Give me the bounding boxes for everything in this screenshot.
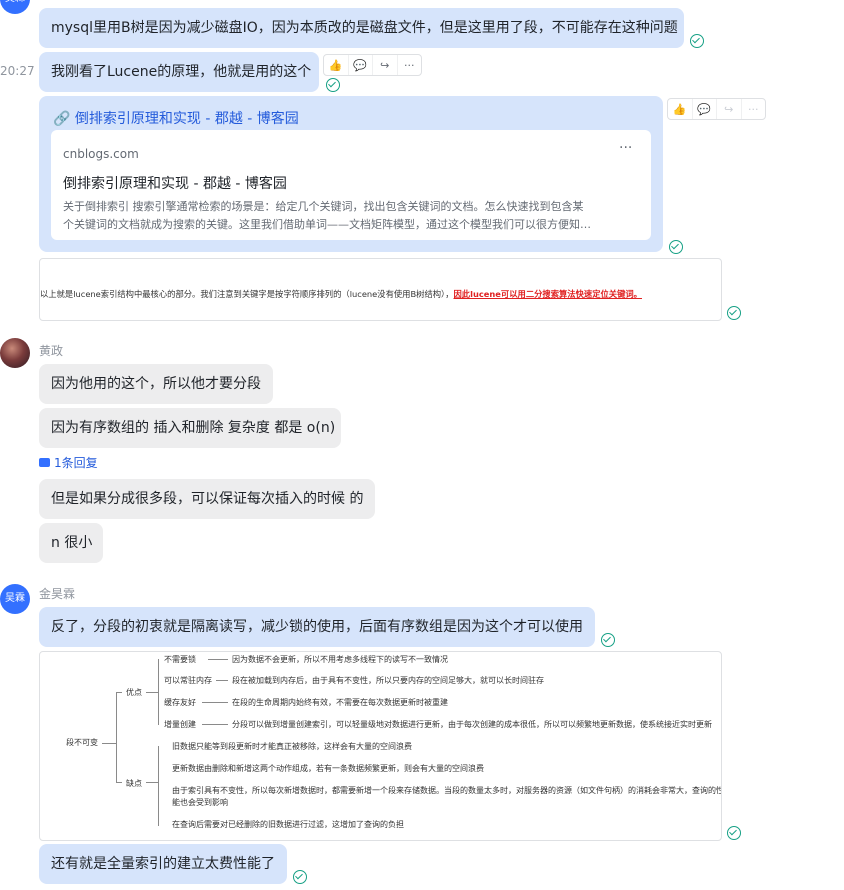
mindmap-pro-desc: 段在被加载到内存后，由于具有不变性，所以只要内存的空间足够大，就可以长时间驻存 — [232, 676, 544, 685]
message-text: 因为他用的这个，所以他才要分段 — [51, 376, 261, 392]
message-bubble: mysql里用B树是因为减少磁盘IO，因为本质改的是磁盘文件，但是这里用了段，不… — [39, 8, 684, 48]
read-check-icon — [690, 34, 704, 48]
message-bubble: 因为他用的这个，所以他才要分段 — [39, 364, 273, 404]
mindmap-pro-desc: 在段的生命周期内始终有效，不需要在每次数据更新时被重建 — [232, 698, 448, 707]
mindmap-con: 由于索引具有不变性，所以每次新增数据时，都需要新增一个段来存储数据。当段的数量太… — [172, 786, 722, 795]
message-toolbar: 👍 💬 ↪ ··· — [667, 98, 766, 120]
reply-link[interactable]: 1条回复 — [39, 454, 98, 471]
message-bubble: 因为有序数组的 插入和删除 复杂度 都是 o(n) — [39, 408, 341, 448]
mindmap-con: 更新数据由删除和新增这两个动作组成，若有一条数据频繁更新，则会有大量的空间浪费 — [172, 764, 484, 773]
message-text: 我刚看了Lucene的原理，他就是用的这个 — [51, 64, 312, 80]
mindmap-con: 旧数据只能等到段更新时才能真正被移除，这样会有大量的空间浪费 — [172, 742, 412, 751]
read-check-icon — [727, 826, 741, 840]
more-icon[interactable]: ··· — [398, 55, 422, 75]
read-check-icon — [727, 306, 741, 320]
mindmap-pro-desc: 分段可以做到增量创建索引，可以轻量级地对数据进行更新，由于每次创建的成本很低，所… — [232, 720, 712, 729]
link-title[interactable]: 🔗 倒排索引原理和实现 - 郡越 - 博客园 — [53, 108, 299, 128]
mindmap-pro-title: 不需要锁 — [164, 655, 196, 664]
like-icon[interactable]: 👍 — [668, 99, 693, 119]
mindmap-con: 在查询后需要对已经删除的旧数据进行过滤，这增加了查询的负担 — [172, 820, 404, 829]
mindmap-cons: 缺点 — [126, 779, 142, 788]
avatar[interactable]: 吴霖 — [0, 584, 30, 614]
more-icon[interactable]: ··· — [619, 140, 632, 156]
mindmap-pros: 优点 — [126, 688, 142, 697]
message-text: n 很小 — [51, 535, 93, 551]
image-attachment[interactable]: 以上就是lucene索引结构中最核心的部分。我们注意到关键字是按字符顺序排列的（… — [39, 258, 722, 321]
preview-desc: 关于倒排索引 搜索引擎通常检索的场景是：给定几个关键词，找出包含关键词的文档。怎… — [63, 200, 591, 231]
message-bubble: 还有就是全量索引的建立太费性能了 — [39, 844, 287, 884]
link-domain: cnblogs.com — [63, 147, 139, 161]
comment-icon[interactable]: 💬 — [349, 55, 373, 75]
message-bubble: 但是如果分成很多段，可以保证每次插入的时候 的 — [39, 479, 375, 519]
message-text: 反了，分段的初衷就是隔离读写，减少锁的使用，后面有序数组是因为这个才可以使用 — [51, 619, 583, 635]
sender-name: 黄政 — [39, 344, 64, 358]
message-text: 因为有序数组的 插入和删除 复杂度 都是 o(n) — [51, 420, 336, 436]
read-check-icon — [293, 870, 307, 884]
message-text: 还有就是全量索引的建立太费性能了 — [51, 856, 275, 872]
image-attachment[interactable]: 段不可变 优点 缺点 不需要锁 因为数据不会更新，所以不用考虑多线程下的读写不一… — [39, 651, 722, 841]
share-icon[interactable]: ↪ — [373, 55, 398, 75]
mindmap-con: 能也会受到影响 — [172, 798, 228, 807]
avatar[interactable]: 吴霖 — [0, 0, 30, 14]
more-icon[interactable]: ··· — [742, 99, 766, 119]
message-bubble: 我刚看了Lucene的原理，他就是用的这个 — [39, 52, 319, 92]
message-toolbar: 👍 💬 ↪ ··· — [323, 54, 422, 76]
reply-icon — [39, 458, 50, 467]
comment-icon[interactable]: 💬 — [693, 99, 717, 119]
image-text: 以上就是lucene索引结构中最核心的部分。我们注意到关键字是按字符顺序排列的（… — [40, 289, 642, 299]
preview-title: 倒排索引原理和实现 - 郡越 - 博客园 — [63, 176, 287, 192]
read-check-icon — [669, 240, 683, 254]
sender-name: 金昊霖 — [39, 587, 76, 601]
message-text: 但是如果分成很多段，可以保证每次插入的时候 的 — [51, 491, 364, 507]
message-text: mysql里用B树是因为减少磁盘IO，因为本质改的是磁盘文件，但是这里用了段，不… — [51, 20, 678, 36]
avatar[interactable] — [0, 338, 30, 368]
message-bubble: n 很小 — [39, 523, 103, 563]
mindmap-pro-title: 缓存友好 — [164, 698, 196, 707]
link-preview[interactable]: cnblogs.com ··· 倒排索引原理和实现 - 郡越 - 博客园 关于倒… — [51, 130, 651, 240]
message-bubble: 反了，分段的初衷就是隔离读写，减少锁的使用，后面有序数组是因为这个才可以使用 — [39, 607, 595, 647]
link-icon: 🔗 — [53, 111, 71, 127]
like-icon[interactable]: 👍 — [324, 55, 349, 75]
link-card[interactable]: 🔗 倒排索引原理和实现 - 郡越 - 博客园 cnblogs.com ··· 倒… — [39, 96, 663, 252]
read-check-icon — [326, 78, 340, 92]
mindmap-root: 段不可变 — [66, 738, 98, 747]
message-time: 20:27 — [0, 64, 35, 78]
read-check-icon — [601, 633, 615, 647]
mindmap-pro-desc: 因为数据不会更新，所以不用考虑多线程下的读写不一致情况 — [232, 655, 448, 664]
mindmap-pro-title: 增量创建 — [164, 720, 196, 729]
share-icon[interactable]: ↪ — [717, 99, 742, 119]
mindmap-pro-title: 可以常驻内存 — [164, 676, 212, 685]
